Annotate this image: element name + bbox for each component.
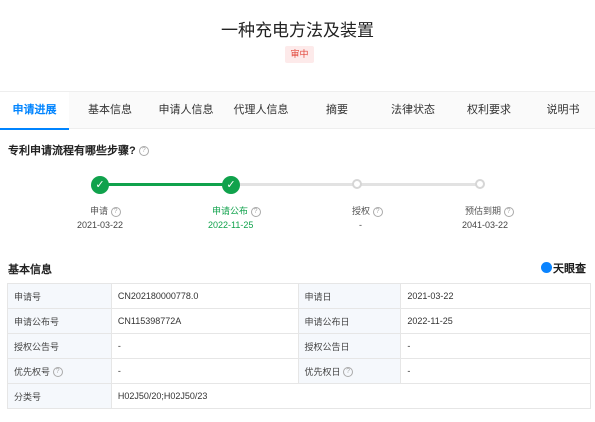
step-label-text: 授权 (352, 206, 371, 216)
step-pending-dot (475, 179, 485, 189)
field-value: CN202180000778.0 (110, 283, 299, 309)
table-row: 优先权号 ? - 优先权日 ? - (7, 358, 591, 384)
tab-applicant-info[interactable]: 申请人信息 (153, 92, 219, 129)
field-key-text: 优先权号 (14, 366, 51, 377)
field-value: - (110, 358, 299, 384)
field-value: 2021-03-22 (400, 283, 591, 309)
tab-abstract[interactable]: 摘要 (318, 92, 356, 129)
step-date-publish: 2022-11-25 (208, 220, 254, 230)
step-label-apply: 申请 ? (90, 204, 121, 217)
tab-application-progress[interactable]: 申请进展 (0, 92, 69, 130)
step-pending-dot (352, 179, 362, 189)
field-key: 分类号 (7, 383, 112, 409)
field-key: 授权公告日 (297, 333, 402, 359)
field-value: - (400, 358, 591, 384)
step-done-check-icon: ✓ (91, 176, 109, 194)
help-icon[interactable]: ? (138, 146, 149, 157)
step-label-publish: 申请公布 ? (212, 204, 261, 217)
help-icon[interactable]: ? (343, 367, 354, 378)
table-row: 授权公告号 - 授权公告日 - (7, 333, 591, 359)
step-date-apply: 2021-03-22 (77, 220, 124, 230)
table-row: 分类号 H02J50/20;H02J50/23 (7, 383, 592, 409)
process-question-text: 专利申请流程有哪些步骤? (8, 145, 136, 157)
tab-description[interactable]: 说明书 (542, 92, 584, 129)
field-key-text: 优先权日 (304, 366, 341, 377)
step-date-expiry: 2041-03-22 (462, 220, 509, 230)
step-date-grant: - (359, 220, 362, 230)
tab-claims[interactable]: 权利要求 (461, 92, 517, 129)
basic-info-table: 申请号 CN202180000778.0 申请日 2021-03-22 申请公布… (7, 283, 592, 409)
step-done-check-icon: ✓ (222, 176, 240, 194)
progress-line-done (100, 183, 231, 186)
status-badge: 审中 (285, 46, 314, 63)
field-value: 2022-11-25 (400, 308, 591, 334)
field-value: CN115398772A (110, 308, 299, 334)
field-key: 优先权号 ? (7, 358, 112, 384)
tianyancha-logo: 天眼查 (541, 260, 586, 276)
step-label-text: 申请公布 (212, 206, 249, 216)
help-icon[interactable]: ? (110, 206, 121, 217)
table-row: 申请号 CN202180000778.0 申请日 2021-03-22 (7, 283, 591, 309)
field-key: 授权公告号 (7, 333, 112, 359)
help-icon[interactable]: ? (52, 367, 63, 378)
logo-text: 天眼查 (553, 263, 586, 275)
step-label-grant: 授权 ? (352, 204, 383, 217)
field-key: 申请公布号 (7, 308, 112, 334)
tab-agent-info[interactable]: 代理人信息 (228, 92, 294, 129)
logo-icon (541, 262, 552, 273)
process-question: 专利申请流程有哪些步骤? ? (8, 142, 149, 158)
field-key: 申请号 (7, 283, 112, 309)
field-value: H02J50/20;H02J50/23 (110, 383, 592, 409)
help-icon[interactable]: ? (250, 206, 261, 217)
step-label-expiry: 预估到期 ? (465, 204, 514, 217)
help-icon[interactable]: ? (372, 206, 383, 217)
tab-basic-info[interactable]: 基本信息 (79, 92, 141, 129)
field-value: - (110, 333, 299, 359)
tab-legal-status[interactable]: 法律状态 (385, 92, 441, 129)
step-label-text: 申请 (90, 206, 109, 216)
help-icon[interactable]: ? (503, 206, 514, 217)
patent-title: 一种充电方法及装置 (221, 21, 374, 40)
tab-bar: 申请进展 基本信息 申请人信息 代理人信息 摘要 法律状态 权利要求 说明书 (0, 91, 595, 130)
field-key: 优先权日 ? (297, 358, 402, 384)
field-key: 申请公布日 (297, 308, 402, 334)
step-label-text: 预估到期 (465, 206, 502, 216)
section-title-basic-info: 基本信息 (8, 264, 52, 276)
field-value: - (400, 333, 591, 359)
table-row: 申请公布号 CN115398772A 申请公布日 2022-11-25 (7, 308, 591, 334)
field-key: 申请日 (297, 283, 402, 309)
